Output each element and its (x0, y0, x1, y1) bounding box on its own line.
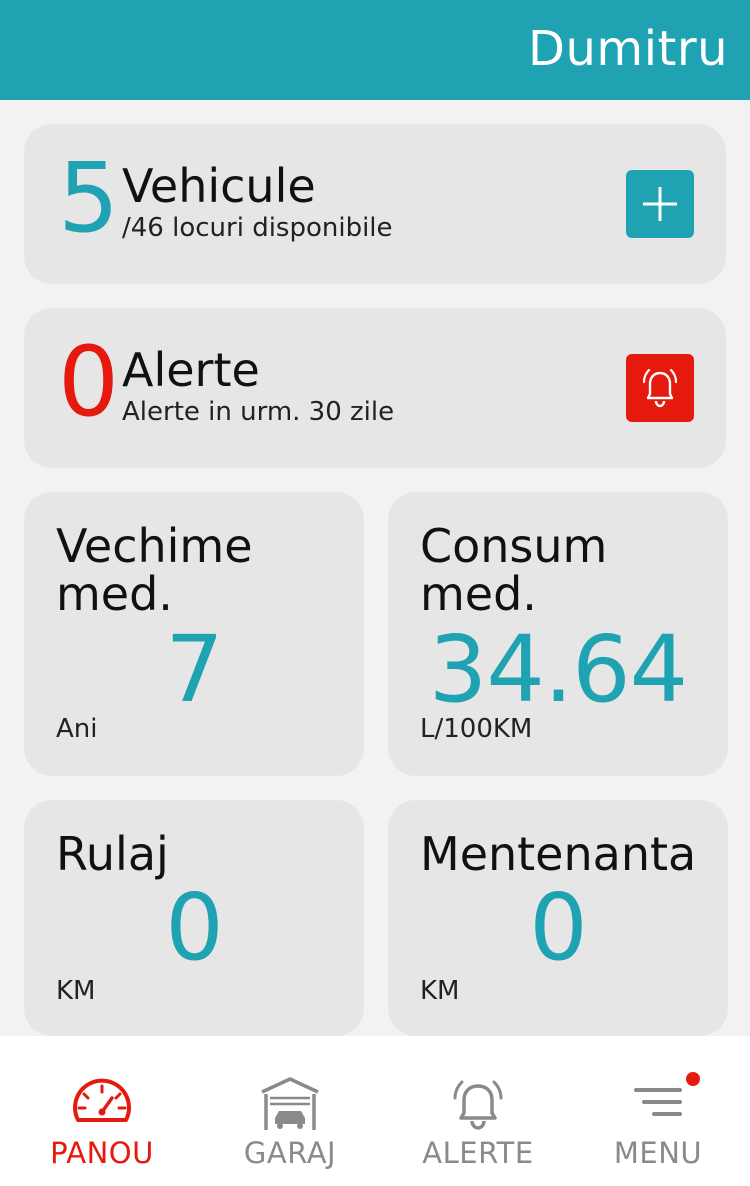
average-age-card[interactable]: Vechime med. 7 Ani (24, 492, 364, 776)
bottom-navigation: PANOU GARAJ ALERTE MENU (0, 1036, 750, 1186)
vehicles-card[interactable]: 5 Vehicule /46 locuri disponibile (24, 124, 726, 284)
nav-item-panou[interactable]: PANOU (12, 1036, 192, 1186)
app-header: Dumitru (0, 0, 750, 100)
vehicles-count: 5 (58, 142, 119, 254)
speedometer-icon (73, 1078, 131, 1122)
mileage-value: 0 (165, 874, 224, 981)
nav-label-alerte: ALERTE (422, 1136, 534, 1170)
average-consumption-card[interactable]: Consum med. 34.64 L/100KM (388, 492, 728, 776)
nav-label-menu: MENU (613, 1136, 703, 1170)
bell-icon (642, 368, 678, 408)
nav-label-panou: PANOU (50, 1136, 154, 1170)
menu-notification-badge (686, 1072, 700, 1086)
nav-item-alerte[interactable]: ALERTE (388, 1036, 568, 1186)
average-age-value: 7 (165, 616, 224, 723)
maintenance-card[interactable]: Mentenanta 0 KM (388, 800, 728, 1036)
mileage-card[interactable]: Rulaj 0 KM (24, 800, 364, 1036)
alerts-count: 0 (58, 326, 119, 438)
mileage-title: Rulaj (56, 827, 169, 881)
add-vehicle-button[interactable] (626, 170, 694, 238)
average-age-title: Vechime med. (56, 519, 253, 621)
alerts-card[interactable]: 0 Alerte Alerte in urm. 30 zile (24, 308, 726, 468)
average-consumption-value: 34.64 (428, 616, 688, 723)
alerts-button[interactable] (626, 354, 694, 422)
nav-item-menu[interactable]: MENU (568, 1036, 748, 1186)
garage-icon (261, 1077, 319, 1130)
maintenance-value: 0 (529, 874, 588, 981)
alerts-subtitle: Alerte in urm. 30 zile (122, 397, 395, 427)
nav-label-garaj: GARAJ (243, 1136, 337, 1170)
maintenance-unit: KM (420, 976, 460, 1006)
maintenance-title: Mentenanta (420, 827, 697, 881)
average-age-unit: Ani (56, 714, 98, 744)
nav-item-garaj[interactable]: GARAJ (200, 1036, 380, 1186)
bell-icon (453, 1080, 503, 1130)
dashboard-screen: Dumitru 5 Vehicule /46 locuri disponibil… (0, 0, 750, 1186)
vehicles-title: Vehicule (122, 159, 316, 213)
vehicles-subtitle: /46 locuri disponibile (122, 213, 393, 243)
menu-icon (634, 1088, 682, 1116)
mileage-unit: KM (56, 976, 96, 1006)
plus-icon (643, 187, 677, 221)
average-consumption-unit: L/100KM (420, 714, 533, 744)
user-name[interactable]: Dumitru (528, 20, 728, 78)
alerts-title: Alerte (122, 343, 260, 397)
average-consumption-title: Consum med. (420, 519, 608, 621)
